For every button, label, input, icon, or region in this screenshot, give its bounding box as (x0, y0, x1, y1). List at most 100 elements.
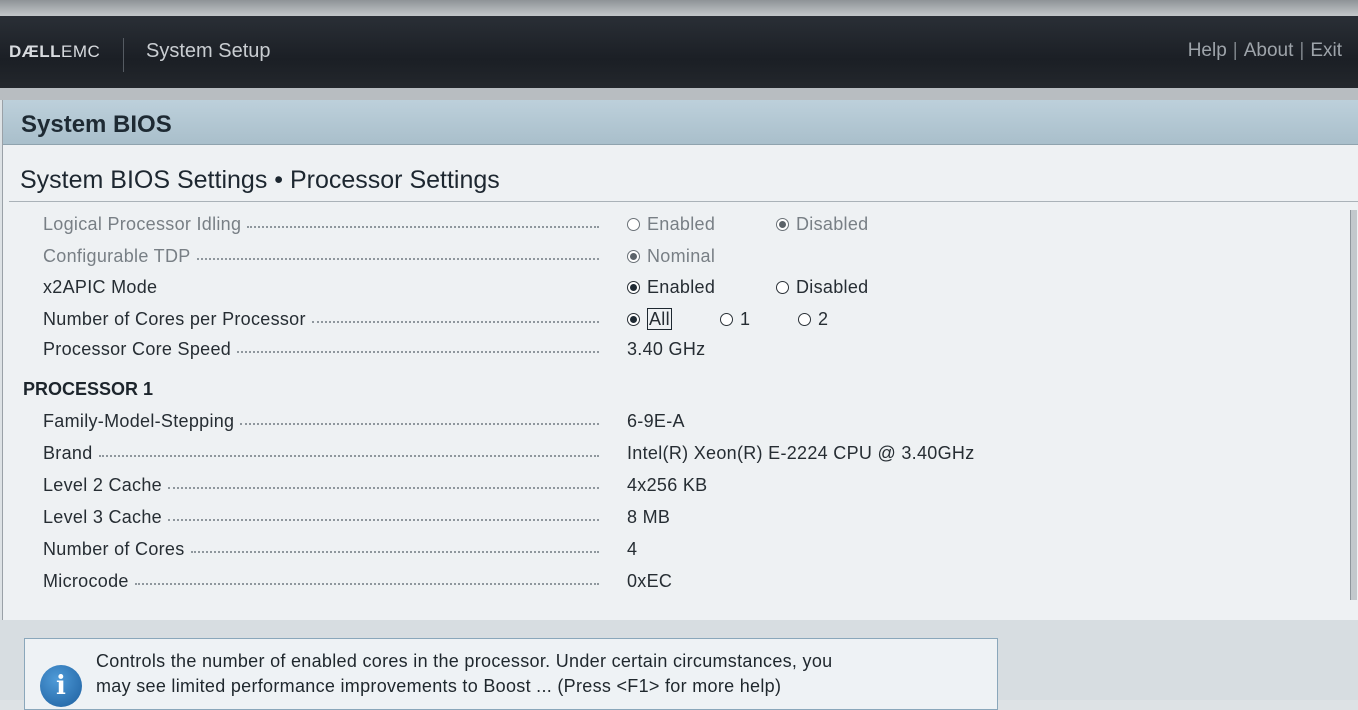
info-label: Brand (43, 442, 93, 463)
radio-circle-selected (627, 280, 640, 294)
top-strip (0, 0, 1358, 16)
radio-circle (798, 312, 811, 326)
radio-x2apic-enabled[interactable]: Enabled (627, 274, 715, 300)
label-wrap: Level 2 Cache (43, 472, 599, 498)
setting-label: Processor Core Speed (43, 338, 232, 359)
radio-label: Enabled (647, 213, 716, 234)
leader-dots (167, 518, 599, 521)
setting-configurable-tdp: Configurable TDP Nominal (43, 243, 1343, 269)
radio-x2apic-disabled[interactable]: Disabled (776, 274, 868, 300)
info-icon: i (40, 665, 82, 707)
label-wrap: Microcode (43, 568, 599, 594)
setting-x2apic-mode: x2APIC Mode Enabled Disabled (43, 274, 1343, 300)
radio-label: Enabled (647, 276, 716, 297)
radio-circle-selected (627, 249, 640, 263)
settings-panel: System BIOS System BIOS Settings • Proce… (2, 100, 1358, 620)
label-wrap: x2APIC Mode (43, 274, 599, 300)
radio-cores-all[interactable]: All (627, 306, 672, 332)
breadcrumb: System BIOS Settings • Processor Setting… (20, 166, 500, 194)
info-value: 8 MB (627, 506, 671, 527)
link-separator: | (1299, 40, 1305, 61)
radio-cores-2[interactable]: 2 (798, 306, 828, 332)
leader-dots (240, 422, 599, 425)
setting-logical-processor-idling: Logical Processor Idling Enabled Disable… (43, 211, 1343, 237)
header-links: Help | About | Exit (1188, 40, 1342, 62)
help-line-1: Controls the number of enabled cores in … (96, 651, 833, 671)
radio-label-focused: All (647, 308, 672, 330)
radio-tdp-nominal[interactable]: Nominal (627, 243, 715, 269)
setting-cores-per-processor: Number of Cores per Processor All 1 2 (43, 306, 1343, 332)
help-line-2: may see limited performance improvements… (96, 676, 782, 696)
info-label: Level 2 Cache (43, 474, 162, 495)
app-title: System Setup (146, 40, 271, 62)
info-row-level-2-cache: Level 2 Cache 4x256 KB (43, 472, 1343, 498)
info-row-level-3-cache: Level 3 Cache 8 MB (43, 504, 1343, 530)
section-title: System BIOS (21, 111, 172, 138)
info-value: 6-9E-A (627, 410, 685, 431)
label-wrap: Configurable TDP (43, 243, 599, 269)
header-divider (123, 38, 124, 72)
processor-1-heading: PROCESSOR 1 (23, 379, 154, 399)
label-wrap: Number of Cores (43, 536, 599, 562)
setting-label: Configurable TDP (43, 245, 191, 266)
label-wrap: Processor Core Speed (43, 336, 599, 362)
radio-circle-selected (776, 217, 789, 231)
radio-cores-1[interactable]: 1 (720, 306, 750, 332)
radio-circle (627, 217, 640, 231)
radio-circle (776, 280, 789, 294)
about-link[interactable]: About (1244, 40, 1294, 61)
radio-label: Disabled (796, 276, 869, 297)
radio-label: 1 (740, 308, 751, 329)
leader-dots (196, 257, 599, 260)
leader-dots (247, 225, 599, 228)
label-wrap: Number of Cores per Processor (43, 306, 599, 332)
header-gap (0, 88, 1358, 100)
exit-link[interactable]: Exit (1310, 40, 1342, 61)
label-wrap: Logical Processor Idling (43, 211, 599, 237)
radio-label: Nominal (647, 245, 716, 266)
info-value: Intel(R) Xeon(R) E-2224 CPU @ 3.40GHz (627, 442, 975, 463)
setting-processor-core-speed: Processor Core Speed 3.40 GHz (43, 336, 1343, 362)
help-area: i Controls the number of enabled cores i… (0, 620, 1358, 710)
radio-logical-idling-disabled[interactable]: Disabled (776, 211, 868, 237)
leader-dots (190, 550, 599, 553)
setting-label: Number of Cores per Processor (43, 308, 306, 329)
label-wrap: Family-Model-Stepping (43, 408, 599, 434)
help-link[interactable]: Help (1188, 40, 1227, 61)
help-text: Controls the number of enabled cores in … (96, 649, 986, 699)
setting-label: Logical Processor Idling (43, 213, 242, 234)
radio-circle-selected (627, 312, 640, 326)
leader-dots (237, 350, 599, 353)
breadcrumb-divider (9, 201, 1358, 202)
info-row-brand: Brand Intel(R) Xeon(R) E-2224 CPU @ 3.40… (43, 440, 1343, 466)
radio-label: Disabled (796, 213, 869, 234)
info-label: Microcode (43, 570, 129, 591)
section-title-bar: System BIOS (3, 100, 1358, 145)
help-box: i Controls the number of enabled cores i… (24, 638, 998, 710)
radio-label: 2 (818, 308, 829, 329)
setting-value: 3.40 GHz (627, 338, 706, 359)
logo-bold-text: DÆLL (9, 42, 62, 61)
leader-dots (134, 582, 599, 585)
info-value: 4x256 KB (627, 474, 708, 495)
leader-dots (167, 486, 599, 489)
link-separator: | (1232, 40, 1238, 61)
radio-logical-idling-enabled[interactable]: Enabled (627, 211, 715, 237)
leader-dots (98, 454, 599, 457)
info-row-family-model-stepping: Family-Model-Stepping 6-9E-A (43, 408, 1343, 434)
label-wrap: Brand (43, 440, 599, 466)
info-row-microcode: Microcode 0xEC (43, 568, 1343, 594)
app-header: DÆLLEMC System Setup Help | About | Exit (0, 16, 1358, 88)
radio-circle (720, 312, 733, 326)
dell-emc-logo: DÆLLEMC (9, 42, 100, 62)
vertical-scrollbar[interactable] (1350, 210, 1357, 600)
logo-light-text: EMC (61, 42, 101, 61)
info-row-number-of-cores: Number of Cores 4 (43, 536, 1343, 562)
setting-label: x2APIC Mode (43, 276, 158, 297)
label-wrap: Level 3 Cache (43, 504, 599, 530)
info-value: 4 (627, 538, 638, 559)
info-value: 0xEC (627, 570, 673, 591)
leader-dots (311, 320, 599, 323)
info-label: Level 3 Cache (43, 506, 162, 527)
info-label: Number of Cores (43, 538, 185, 559)
